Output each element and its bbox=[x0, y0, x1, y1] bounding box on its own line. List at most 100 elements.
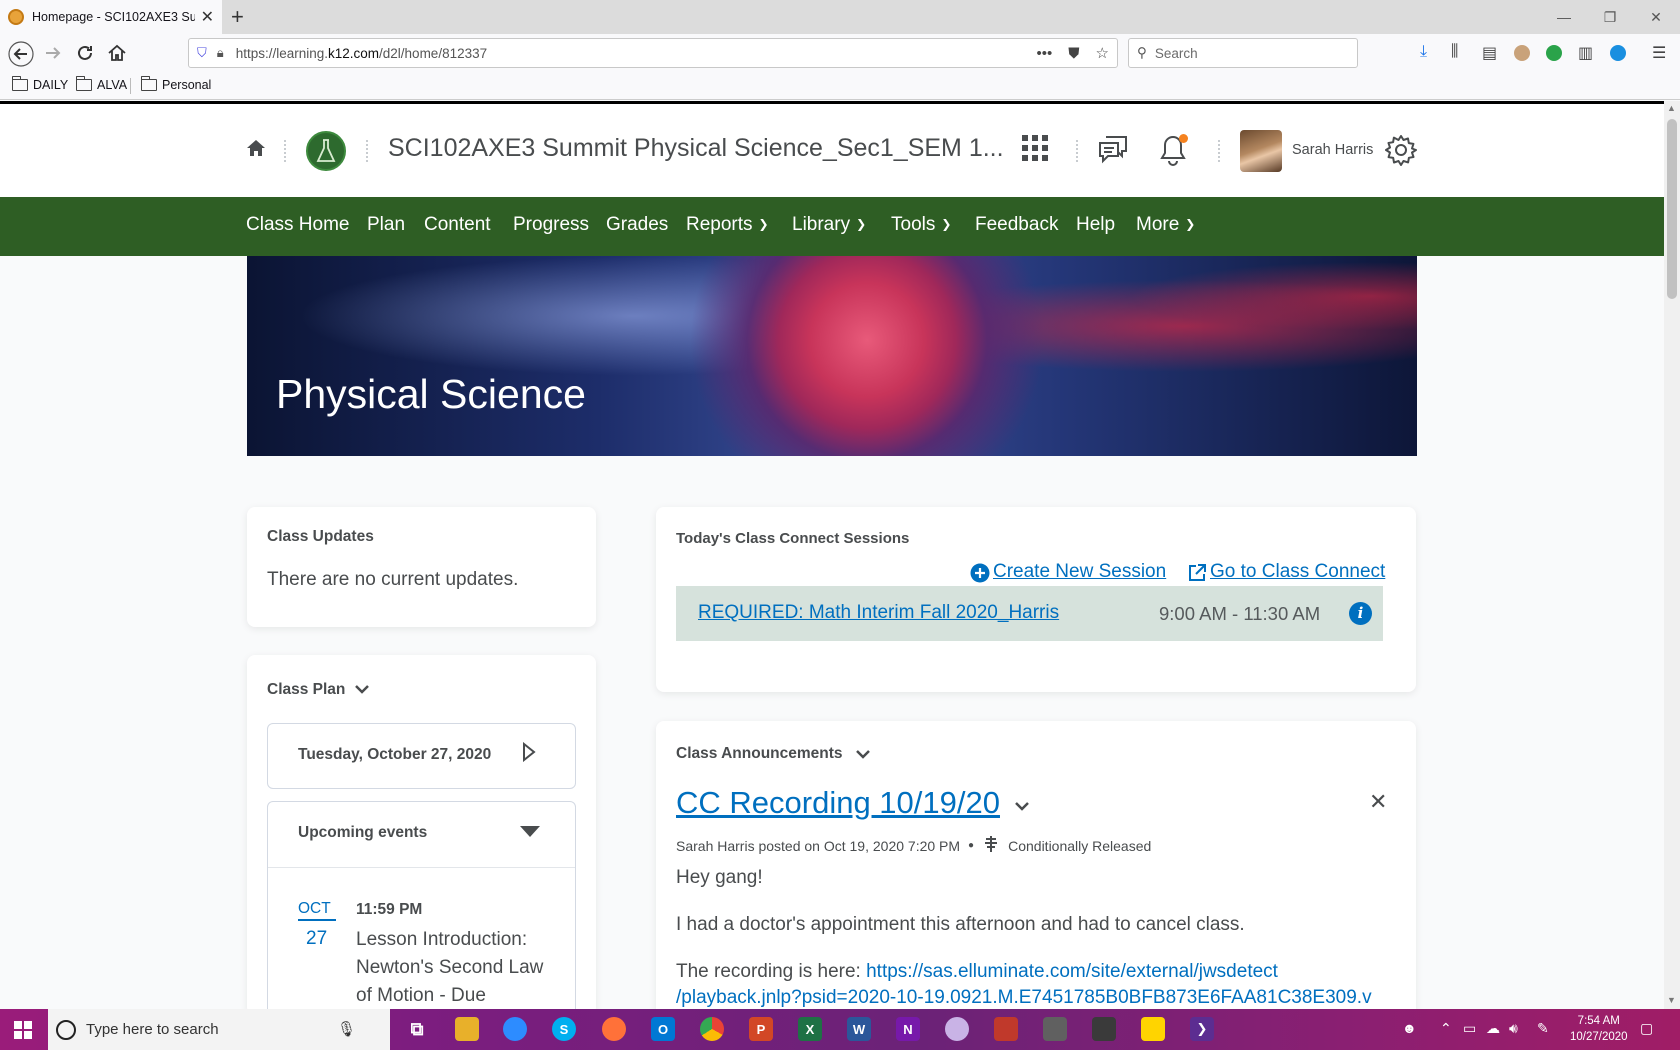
new-tab-icon[interactable]: + bbox=[231, 4, 244, 30]
battery-icon[interactable]: ▭ bbox=[1463, 1020, 1476, 1037]
extension-me-icon[interactable] bbox=[1610, 45, 1626, 61]
extension-check-icon[interactable] bbox=[1546, 45, 1562, 61]
scroll-down-icon[interactable]: ▼ bbox=[1667, 995, 1676, 1005]
session-title-link[interactable]: REQUIRED: Math Interim Fall 2020_Harris bbox=[698, 602, 1059, 624]
home-icon[interactable] bbox=[246, 138, 266, 163]
address-bar[interactable]: ⛉ 🔒︎ https://learning.k12.com/d2l/home/8… bbox=[188, 38, 1118, 68]
extension-avatar-icon[interactable] bbox=[1514, 45, 1530, 61]
people-icon[interactable]: ☻ bbox=[1402, 1020, 1417, 1036]
action-center-icon[interactable]: ▢ bbox=[1640, 1020, 1653, 1037]
recording-link-continued[interactable]: /playback.jnlp?psid=2020-10-19.0921.M.E7… bbox=[676, 987, 1396, 1009]
page-actions-icon[interactable]: ••• bbox=[1037, 45, 1053, 62]
avatar[interactable] bbox=[1240, 130, 1282, 172]
nav-grades[interactable]: Grades bbox=[606, 214, 668, 236]
bookmark-alva[interactable]: ALVA bbox=[75, 76, 127, 92]
zoom-icon[interactable] bbox=[503, 1017, 527, 1041]
bullet-separator: ● bbox=[968, 840, 975, 851]
pen-workspace-icon[interactable]: ✎ bbox=[1537, 1020, 1549, 1037]
sidebar-icon[interactable]: ▤ bbox=[1482, 43, 1497, 63]
close-tab-icon[interactable]: ✕ bbox=[201, 7, 214, 27]
system-clock[interactable]: 7:54 AM 10/27/2020 bbox=[1570, 1013, 1628, 1045]
bookmark-star-icon[interactable]: ☆ bbox=[1096, 44, 1109, 62]
calculator-icon[interactable] bbox=[1043, 1017, 1067, 1041]
extension-grid-icon[interactable]: ▥ bbox=[1578, 43, 1593, 63]
bookmark-personal[interactable]: Personal bbox=[140, 76, 211, 92]
expand-triangle-icon[interactable] bbox=[520, 826, 540, 837]
screen-recorder-icon[interactable] bbox=[945, 1017, 969, 1041]
lock-icon[interactable]: 🔒︎ bbox=[217, 45, 224, 61]
onedrive-icon[interactable]: ☁ bbox=[1486, 1020, 1500, 1037]
outlook-icon[interactable]: O bbox=[651, 1017, 675, 1041]
course-nav-bar: Class Home Plan Content Progress Grades … bbox=[0, 197, 1664, 256]
scrollbar-thumb[interactable] bbox=[1667, 119, 1677, 299]
volume-icon[interactable]: 🔊︎ bbox=[1509, 1020, 1518, 1037]
page-scrollbar[interactable]: ▲ ▼ bbox=[1664, 101, 1680, 1009]
settings-gear-icon[interactable] bbox=[1385, 134, 1417, 171]
reload-icon[interactable] bbox=[76, 44, 94, 68]
home-icon[interactable] bbox=[107, 43, 127, 69]
browser-tab[interactable]: Homepage - SCI102AXE3 Summ ✕ bbox=[0, 0, 222, 34]
add-circle-icon[interactable] bbox=[970, 563, 990, 588]
firefox-icon[interactable] bbox=[602, 1017, 626, 1041]
dismiss-close-icon[interactable]: ✕ bbox=[1369, 789, 1387, 815]
windows-start-icon[interactable] bbox=[14, 1021, 32, 1039]
nav-content[interactable]: Content bbox=[424, 214, 491, 236]
microphone-icon[interactable]: 🎙︎ bbox=[337, 1020, 356, 1038]
window-close-icon[interactable]: ✕ bbox=[1633, 0, 1679, 34]
course-logo[interactable] bbox=[306, 131, 346, 171]
forward-icon[interactable] bbox=[44, 44, 62, 68]
powerpoint-icon[interactable]: P bbox=[749, 1017, 773, 1041]
nav-tools[interactable]: Tools ❯ bbox=[891, 214, 951, 236]
excel-icon[interactable]: X bbox=[798, 1017, 822, 1041]
library-icon[interactable]: ⫼ bbox=[1451, 43, 1458, 61]
next-day-icon[interactable] bbox=[522, 741, 536, 767]
nav-plan[interactable]: Plan bbox=[367, 214, 405, 236]
bookmark-daily[interactable]: DAILY bbox=[11, 76, 68, 92]
pen-app-icon[interactable] bbox=[994, 1017, 1018, 1041]
snip-tool-icon[interactable] bbox=[1092, 1017, 1116, 1041]
nav-class-home[interactable]: Class Home bbox=[246, 214, 349, 236]
messages-icon[interactable] bbox=[1097, 134, 1129, 169]
onenote-icon[interactable]: N bbox=[896, 1017, 920, 1041]
tracking-shield-icon[interactable]: ⛉ bbox=[197, 45, 207, 61]
info-icon[interactable]: i bbox=[1349, 602, 1372, 625]
nav-library[interactable]: Library ❯ bbox=[792, 214, 866, 236]
chevron-down-icon: ❯ bbox=[941, 217, 952, 231]
course-selector-grid-icon[interactable] bbox=[1021, 134, 1049, 167]
powershell-icon[interactable]: ❯ bbox=[1190, 1017, 1214, 1041]
task-view-icon[interactable]: ⧉ bbox=[405, 1017, 429, 1041]
sticky-notes-icon[interactable] bbox=[1141, 1017, 1165, 1041]
go-to-class-connect-link[interactable]: Go to Class Connect bbox=[1210, 561, 1385, 583]
announcement-title-link[interactable]: CC Recording 10/19/20 bbox=[676, 785, 1000, 821]
upcoming-events-title: Upcoming events bbox=[298, 824, 428, 841]
back-icon[interactable] bbox=[8, 41, 34, 73]
menu-icon[interactable]: ☰ bbox=[1652, 43, 1666, 63]
user-name[interactable]: Sarah Harris bbox=[1292, 142, 1373, 158]
chrome-icon[interactable] bbox=[700, 1017, 724, 1041]
collapse-chevron-icon[interactable] bbox=[354, 682, 370, 700]
tray-expand-icon[interactable]: ⌃ bbox=[1440, 1020, 1452, 1037]
taskbar-search-box[interactable]: Type here to search 🎙︎ bbox=[48, 1009, 390, 1050]
pocket-icon[interactable]: ⛊ bbox=[1068, 45, 1079, 62]
skype-icon[interactable]: S bbox=[552, 1017, 576, 1041]
restore-icon[interactable]: ❐ bbox=[1587, 0, 1633, 34]
recording-link[interactable]: https://sas.elluminate.com/site/external… bbox=[866, 961, 1278, 982]
downloads-icon[interactable]: ⤓ bbox=[1420, 43, 1427, 61]
nav-help[interactable]: Help bbox=[1076, 214, 1115, 236]
browser-search-field[interactable]: ⚲ Search bbox=[1128, 38, 1358, 68]
collapse-chevron-icon[interactable] bbox=[855, 747, 871, 765]
minimize-icon[interactable]: — bbox=[1541, 0, 1587, 34]
nav-reports[interactable]: Reports ❯ bbox=[686, 214, 769, 236]
nav-progress[interactable]: Progress bbox=[513, 214, 589, 236]
announcement-menu-chevron-icon[interactable] bbox=[1014, 799, 1030, 817]
event-title[interactable]: Lesson Introduction: Newton's Second Law… bbox=[356, 926, 556, 1009]
file-explorer-icon[interactable] bbox=[455, 1017, 479, 1041]
word-icon[interactable]: W bbox=[847, 1017, 871, 1041]
chevron-down-icon: ❯ bbox=[856, 217, 867, 231]
scroll-up-icon[interactable]: ▲ bbox=[1667, 103, 1676, 113]
nav-more[interactable]: More ❯ bbox=[1136, 214, 1195, 236]
nav-feedback[interactable]: Feedback bbox=[975, 214, 1058, 236]
external-link-icon[interactable] bbox=[1187, 563, 1207, 588]
create-new-session-link[interactable]: Create New Session bbox=[993, 561, 1166, 583]
course-title[interactable]: SCI102AXE3 Summit Physical Science_Sec1_… bbox=[388, 134, 1004, 163]
